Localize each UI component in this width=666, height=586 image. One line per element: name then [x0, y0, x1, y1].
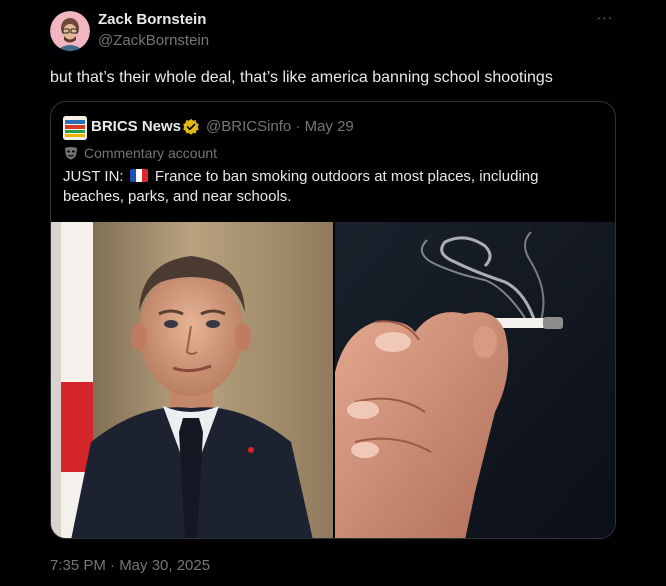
tweet-timestamp[interactable]: 7:35 PM · May 30, 2025 [50, 557, 210, 574]
tweet-text: but that’s their whole deal, that’s like… [50, 69, 553, 86]
author-avatar[interactable] [50, 11, 90, 51]
macron-photo[interactable] [51, 222, 333, 538]
quoted-text-prefix: JUST IN: [63, 168, 124, 185]
quoted-media [51, 222, 615, 538]
tweet: Zack Bornstein @ZackBornstein ··· but th… [0, 0, 666, 586]
author-handle[interactable]: @ZackBornstein [98, 32, 209, 49]
commentary-account-label: Commentary account [84, 145, 218, 161]
quoted-author-handle[interactable]: @BRICSinfo · May 29 [206, 118, 354, 135]
france-flag-icon [129, 169, 148, 182]
quoted-tweet-text: JUST IN: France to ban smoking outdoors … [63, 167, 603, 207]
commentary-mask-icon [65, 147, 77, 160]
quoted-tweet-card[interactable]: BRICS News @BRICSinfo · May 29 Commentar… [50, 101, 616, 539]
more-horizontal-icon[interactable]: ··· [594, 10, 616, 28]
author-name[interactable]: Zack Bornstein [98, 11, 206, 28]
quoted-author-name[interactable]: BRICS News [91, 118, 181, 135]
verified-badge-icon [183, 118, 199, 135]
cigarette-hand-photo[interactable] [335, 222, 615, 538]
brics-news-avatar[interactable] [63, 116, 87, 140]
